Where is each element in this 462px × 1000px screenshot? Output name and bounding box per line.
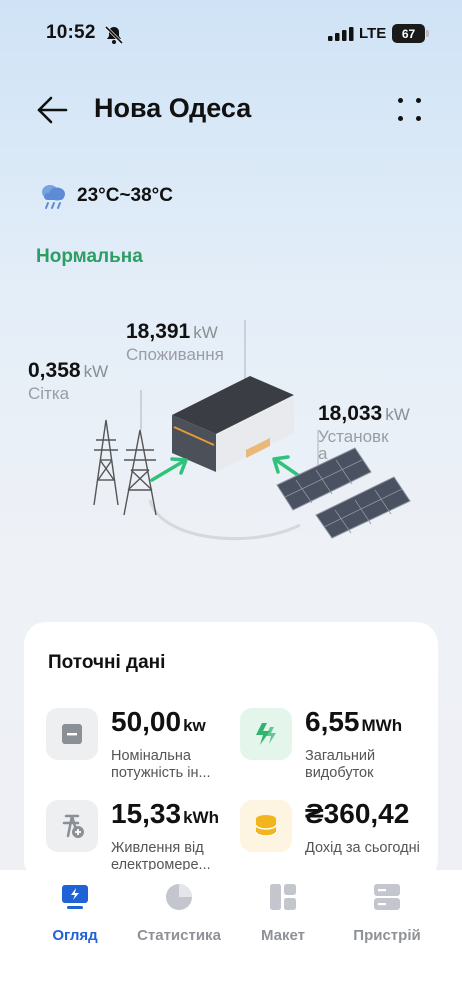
system-status-label: Нормальна: [36, 246, 143, 267]
consumption-label: Споживання: [126, 345, 224, 364]
arrow-left-icon: [37, 96, 68, 124]
nav-label: Огляд: [52, 927, 98, 944]
tile-unit: kWh: [183, 808, 219, 827]
battery-indicator: 67: [392, 24, 429, 43]
nav-item-statistics[interactable]: Статистика: [129, 882, 229, 944]
more-options-button[interactable]: [398, 98, 422, 122]
network-label: LTE: [359, 25, 387, 42]
installation-label: Установка: [318, 427, 389, 463]
card-title: Поточні дані: [48, 652, 166, 673]
tile-unit: kw: [183, 716, 206, 735]
tile-value: 15,33: [111, 798, 182, 829]
status-time: 10:52: [46, 22, 96, 43]
tile-value: 50,00: [111, 706, 182, 737]
layout-icon: [270, 884, 296, 910]
back-button[interactable]: [36, 95, 68, 125]
nav-label: Пристрій: [353, 927, 421, 944]
consumption-unit: kW: [193, 323, 218, 342]
status-bar: 10:52 LTE 67: [0, 0, 462, 60]
monitor-icon: [62, 885, 88, 909]
dot-icon: [416, 98, 421, 103]
grid-metric[interactable]: 0,358 kW Сітка: [28, 359, 108, 402]
tile-label: Номінальна потужність ін...: [111, 748, 211, 781]
tile-label: Загальний видобуток: [305, 748, 376, 781]
current-data-card: Поточні дані 50,00 kw Номінальна потужніс…: [24, 622, 438, 882]
consumption-value: 18,391: [126, 320, 191, 343]
tile-value: 6,55: [305, 706, 360, 737]
temperature-range: 23°C~38°C: [77, 185, 174, 206]
bottom-nav: Огляд Статистика Макет Пристрій: [0, 870, 462, 1000]
rated-power-tile[interactable]: 50,00 kw Номінальна потужність ін...: [46, 706, 246, 788]
grid-feed-tile[interactable]: 15,33 kWh Живлення від електромере...: [46, 798, 246, 880]
signal-icon: [328, 27, 354, 41]
flow-arrow-icon: [150, 457, 188, 482]
today-income-tile[interactable]: ₴360,42 Дохід за сьогодні: [240, 798, 440, 880]
installation-value: 18,033: [318, 402, 383, 425]
total-yield-tile[interactable]: 6,55 MWh Загальний видобуток: [240, 706, 440, 788]
nav-item-layout[interactable]: Макет: [233, 882, 333, 944]
grid-label: Сітка: [28, 384, 70, 403]
cloud-rain-icon: [42, 185, 65, 209]
coins-icon: [240, 800, 292, 852]
dot-icon: [398, 116, 403, 121]
server-icon: [374, 884, 400, 910]
tile-label: Живлення від електромере...: [111, 840, 211, 873]
installation-unit: kW: [385, 405, 410, 424]
bell-muted-icon: [104, 25, 124, 45]
nav-item-devices[interactable]: Пристрій: [337, 882, 437, 944]
tile-value: ₴360,42: [305, 798, 410, 829]
grid-unit: kW: [83, 362, 109, 381]
dot-icon: [398, 98, 403, 103]
nav-label: Макет: [260, 927, 306, 944]
grid-value: 0,358: [28, 359, 81, 382]
consumption-metric[interactable]: 18,391 kW Споживання: [126, 320, 238, 363]
inverter-icon: [46, 708, 98, 760]
tile-unit: MWh: [361, 716, 403, 735]
lightning-icon: [240, 708, 292, 760]
page-title: Нова Одеса: [94, 93, 252, 123]
dot-icon: [416, 116, 421, 121]
installation-metric[interactable]: 18,033 kW Установка: [318, 402, 438, 462]
tile-label: Дохід за сьогодні: [305, 840, 420, 856]
nav-label: Статистика: [137, 927, 221, 944]
pie-chart-icon: [166, 884, 192, 910]
nav-item-overview[interactable]: Огляд: [25, 882, 125, 944]
grid-plus-icon: [46, 800, 98, 852]
power-pylon-illustration: [93, 419, 157, 516]
